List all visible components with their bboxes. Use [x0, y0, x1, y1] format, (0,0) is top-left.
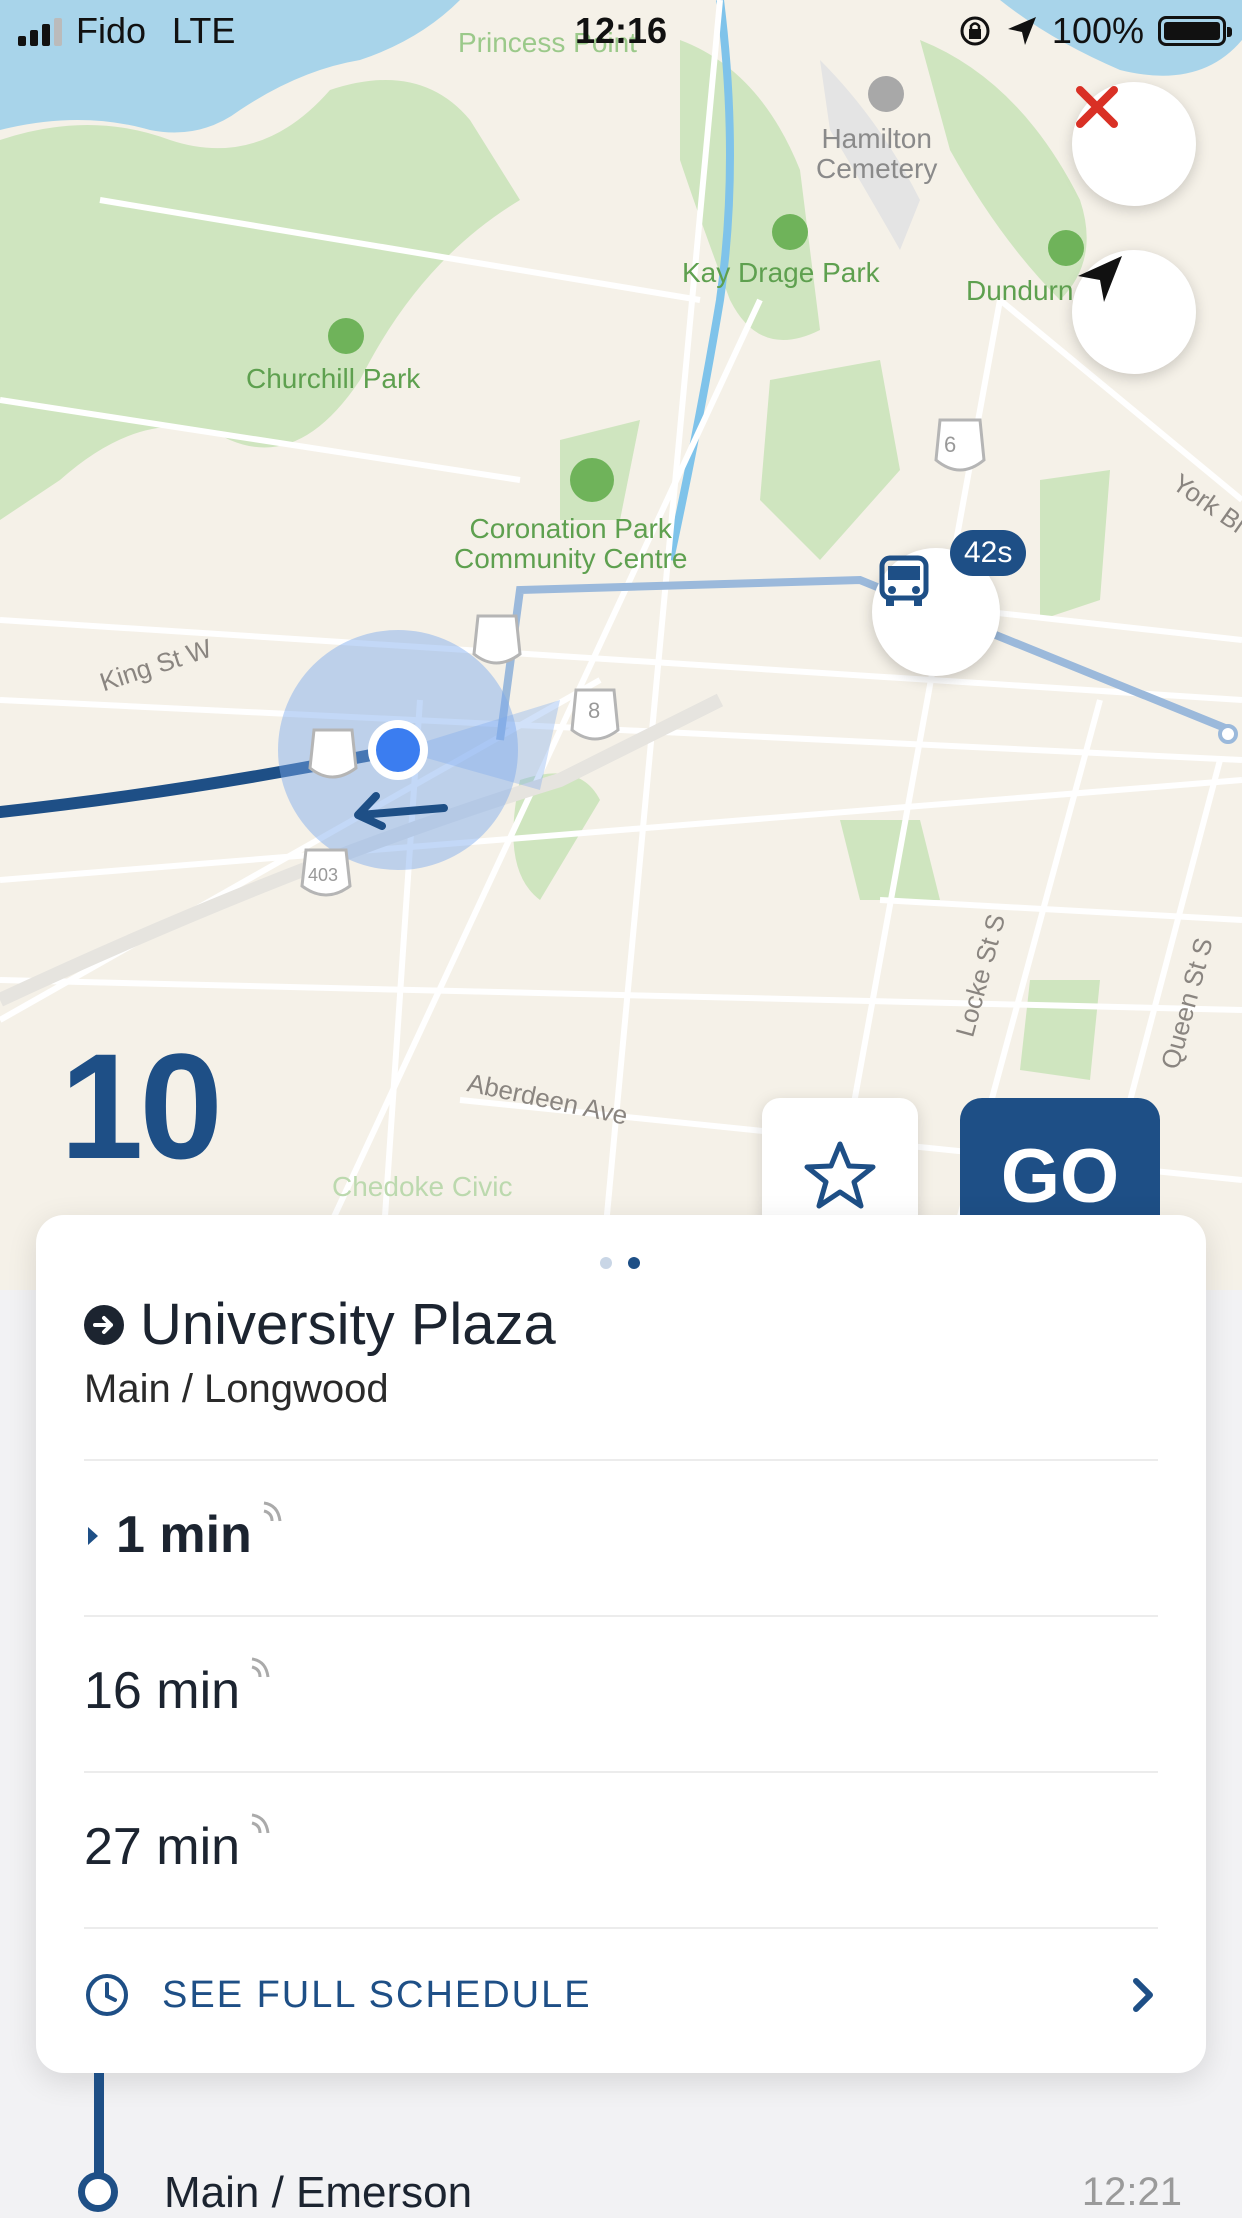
next-stop-name[interactable]: Main / Emerson	[164, 2168, 472, 2218]
next-stop-time: 12:21	[1081, 2170, 1182, 2214]
orientation-lock-icon	[960, 16, 990, 46]
caret-right-icon	[88, 1527, 98, 1545]
battery-icon	[1158, 16, 1232, 46]
departure-row-1[interactable]: 1 min	[84, 1501, 288, 1565]
divider	[84, 1615, 1158, 1617]
departure-time: 16 min	[84, 1662, 241, 1720]
battery-percent: 100%	[1051, 10, 1144, 51]
see-full-schedule-link[interactable]: SEE FULL SCHEDULE	[84, 1965, 1158, 2025]
clock-icon	[86, 1974, 128, 2016]
location-services-icon	[1007, 17, 1036, 45]
locate-me-button[interactable]	[1072, 250, 1196, 374]
location-arrow-icon	[1078, 256, 1122, 302]
divider	[84, 1927, 1158, 1929]
departure-time: 1 min	[116, 1506, 252, 1564]
map-label-chedoke-civic: Chedoke Civic	[332, 1171, 513, 1202]
arrow-right-icon	[84, 1304, 124, 1345]
page-indicator[interactable]	[600, 1257, 640, 1269]
star-icon	[804, 1141, 876, 1209]
bus-eta-badge: 42s	[950, 530, 1027, 576]
map-label-coronation-park: Coronation Park Community Centre	[454, 513, 688, 574]
map-label-hamilton-cemetery: Hamilton Cemetery	[816, 123, 938, 184]
status-bar: Fido LTE 12:16 100%	[0, 0, 1242, 62]
close-button[interactable]	[1072, 82, 1196, 206]
route-number: 10	[60, 1022, 223, 1190]
stop-name: Main / Longwood	[84, 1367, 389, 1411]
departures-card: University Plaza Main / Longwood 1 min 1…	[36, 1215, 1206, 2073]
route-timeline	[94, 2073, 104, 2183]
close-icon	[1076, 86, 1118, 128]
departure-time: 27 min	[84, 1818, 241, 1876]
stop-marker	[78, 2172, 118, 2212]
bus-icon	[879, 555, 929, 606]
realtime-icon	[251, 1813, 270, 1834]
departure-row-2[interactable]: 16 min	[84, 1657, 276, 1721]
see-full-schedule-label: SEE FULL SCHEDULE	[162, 1973, 592, 2016]
map-label-kay-drage-park: Kay Drage Park	[682, 257, 880, 288]
departure-row-3[interactable]: 27 min	[84, 1813, 276, 1877]
realtime-icon	[263, 1501, 282, 1522]
destination-name: University Plaza	[140, 1292, 556, 1357]
shield-label-8: 8	[588, 698, 601, 723]
destination-heading: University Plaza	[84, 1291, 556, 1358]
divider	[84, 1459, 1158, 1461]
realtime-icon	[251, 1657, 270, 1678]
chevron-right-icon	[1133, 1978, 1153, 2012]
shield-label-403: 403	[308, 865, 339, 885]
divider	[84, 1771, 1158, 1773]
shield-label-6: 6	[944, 432, 957, 457]
map-label-churchill-park: Churchill Park	[246, 363, 421, 394]
map-label-dundurn: Dundurn	[966, 275, 1074, 306]
